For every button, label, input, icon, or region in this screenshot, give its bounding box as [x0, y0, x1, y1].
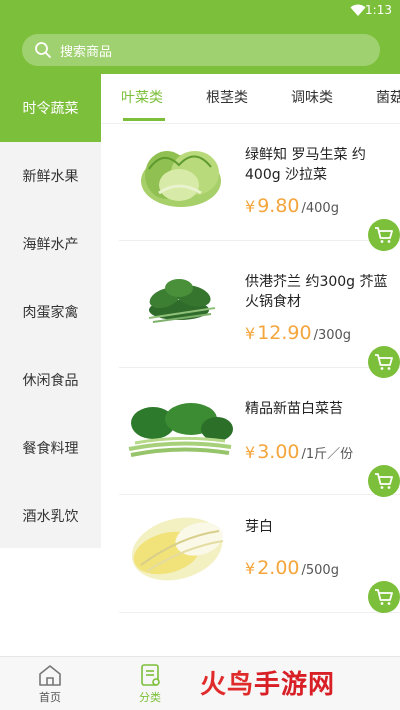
watermark-logo: 火鸟手游网 — [200, 670, 336, 700]
product-name[interactable]: 芽白 — [245, 517, 395, 537]
sidebar-item-seasonal-vegetables[interactable]: 时令蔬菜 — [0, 74, 101, 142]
product-name[interactable]: 供港芥兰 约300g 芥蓝 火锅食材 — [245, 272, 395, 312]
status-bar: 1:13 — [0, 0, 400, 22]
tab-leafy-vegetables[interactable]: 叶菜类 — [121, 74, 163, 123]
active-tab-indicator — [123, 118, 165, 121]
product-price: ¥3.00/1斤／份 — [245, 441, 354, 463]
product-price: ¥2.00/500g — [245, 557, 339, 579]
add-to-cart-button[interactable] — [368, 465, 400, 497]
product-item[interactable]: 精品新苗白菜苔 ¥3.00/1斤／份 — [119, 379, 400, 497]
nav-category[interactable]: 分类 — [120, 657, 180, 710]
wifi-icon — [350, 4, 366, 16]
nav-category-label: 分类 — [139, 691, 161, 704]
add-to-cart-button[interactable] — [368, 581, 400, 613]
sidebar-item-drinks-dairy[interactable]: 酒水乳饮 — [0, 482, 101, 550]
status-time: 1:13 — [365, 3, 392, 17]
cart-icon — [375, 473, 393, 489]
product-price: ¥12.90/300g — [245, 322, 352, 344]
sidebar-item-prepared-meals[interactable]: 餐食料理 — [0, 414, 101, 482]
product-item[interactable]: 供港芥兰 约300g 芥蓝 火锅食材 ¥12.90/300g — [119, 252, 400, 378]
tab-seasonings[interactable]: 调味类 — [291, 74, 333, 123]
header: 搜索商品 — [0, 22, 400, 74]
home-icon — [39, 665, 61, 686]
sidebar-item-fresh-fruit[interactable]: 新鲜水果 — [0, 142, 101, 210]
tab-root-vegetables[interactable]: 根茎类 — [206, 74, 248, 123]
nav-home[interactable]: 首页 — [20, 657, 80, 710]
subcategory-tabs: 叶菜类 根茎类 调味类 菌菇 — [101, 74, 400, 124]
product-price: ¥9.80/400g — [245, 195, 339, 217]
sidebar-item-meat-eggs-poultry[interactable]: 肉蛋家禽 — [0, 278, 101, 346]
search-icon — [35, 42, 51, 58]
product-image-chinese-kale — [148, 279, 216, 323]
search-placeholder[interactable]: 搜索商品 — [60, 41, 112, 60]
category-icon — [141, 664, 160, 686]
category-sidebar: 时令蔬菜 新鲜水果 海鲜水产 肉蛋家禽 休闲食品 餐食料理 酒水乳饮 — [0, 74, 101, 548]
tab-mushrooms[interactable]: 菌菇 — [376, 74, 400, 123]
sidebar-item-snacks[interactable]: 休闲食品 — [0, 346, 101, 414]
product-name[interactable]: 精品新苗白菜苔 — [245, 399, 395, 419]
add-to-cart-button[interactable] — [368, 346, 400, 378]
cart-icon — [375, 354, 393, 370]
sidebar-item-seafood[interactable]: 海鲜水产 — [0, 210, 101, 278]
product-item[interactable]: 绿鲜知 罗马生菜 约400g 沙拉菜 ¥9.80/400g — [119, 125, 400, 251]
search-bar[interactable]: 搜索商品 — [22, 34, 380, 66]
product-image-napa-cabbage — [131, 517, 224, 581]
product-list: 绿鲜知 罗马生菜 约400g 沙拉菜 ¥9.80/400g 供港芥兰 约300g… — [101, 125, 400, 655]
cart-icon — [375, 227, 393, 243]
product-item[interactable]: 芽白 ¥2.00/500g — [119, 497, 400, 613]
nav-home-label: 首页 — [39, 691, 61, 704]
product-image-choy-sum — [128, 403, 233, 457]
product-name[interactable]: 绿鲜知 罗马生菜 约400g 沙拉菜 — [245, 145, 395, 185]
cart-icon — [375, 589, 393, 605]
add-to-cart-button[interactable] — [368, 219, 400, 251]
product-image-romaine-lettuce — [141, 151, 221, 207]
